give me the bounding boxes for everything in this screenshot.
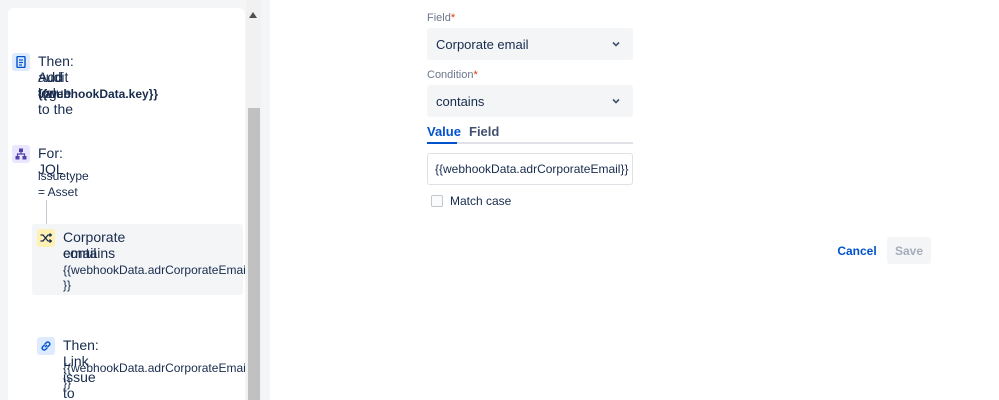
value-input-text: {{webhookData.adrCorporateEmail}} <box>435 162 629 176</box>
step-connector <box>46 200 47 224</box>
field-label-text: Field <box>427 12 451 24</box>
step-link-detail-line2: }} <box>63 376 72 390</box>
cancel-button[interactable]: Cancel <box>831 237 883 264</box>
branch-icon <box>12 145 30 163</box>
match-case-label[interactable]: Match case <box>450 194 511 208</box>
step-condition-title-line2: contains <box>63 245 116 261</box>
step-condition-detail-line1: {{webhookData.adrCorporateEmail <box>63 263 249 277</box>
active-tab-indicator <box>427 142 457 144</box>
value-field-tabs: Value Field <box>427 122 633 144</box>
condition-label: Condition* <box>427 69 478 81</box>
condition-select-value: contains <box>436 93 485 109</box>
field-select[interactable]: Corporate email <box>427 28 633 60</box>
required-marker: * <box>450 12 456 24</box>
tab-value[interactable]: Value <box>427 124 461 140</box>
chevron-down-icon <box>612 98 620 104</box>
chevron-down-icon <box>612 41 620 47</box>
condition-label-text: Condition <box>427 69 474 81</box>
field-label: Field* <box>427 12 455 24</box>
scroll-up-arrow-icon[interactable] <box>249 12 257 18</box>
step-condition-detail-line2: }} <box>63 278 72 292</box>
scrollbar-thumb[interactable] <box>248 108 260 400</box>
required-marker: * <box>473 69 478 81</box>
link-icon <box>37 337 55 355</box>
field-select-value: Corporate email <box>436 36 529 52</box>
match-case-checkbox[interactable] <box>431 195 443 207</box>
step-branch-detail: issuetype = Asset <box>38 169 89 199</box>
tab-field[interactable]: Field <box>469 124 499 140</box>
condition-select[interactable]: contains <box>427 85 633 117</box>
step-link-detail-line1: {{webhookData.adrCorporateEmail <box>63 361 249 375</box>
step-audit-detail: {{webhookData.key}} <box>38 87 159 101</box>
audit-log-icon <box>12 53 30 71</box>
condition-icon <box>37 229 55 247</box>
save-button[interactable]: Save <box>887 237 931 264</box>
value-input[interactable]: {{webhookData.adrCorporateEmail}} <box>427 153 633 185</box>
